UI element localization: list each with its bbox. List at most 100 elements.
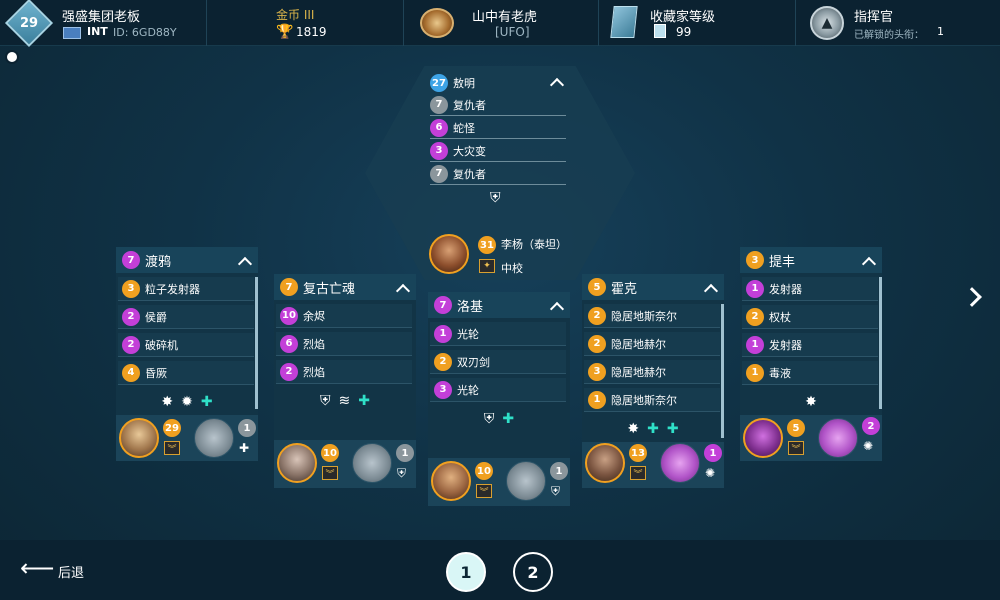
level-badge: 3 xyxy=(122,279,140,298)
divider xyxy=(795,0,796,46)
commander-avatar[interactable] xyxy=(429,234,469,274)
card-title: 提丰 xyxy=(769,254,796,270)
ship-level-badge: 2 xyxy=(862,417,880,435)
item-name: 毒液 xyxy=(769,366,791,380)
pilot-avatar[interactable] xyxy=(585,443,625,483)
rank-icon: ︾ xyxy=(476,484,492,498)
ship-icon[interactable] xyxy=(818,418,858,458)
list-item[interactable]: 4 昏厥 xyxy=(118,361,254,385)
list-item[interactable]: 10 余烬 xyxy=(276,304,412,328)
collector-cards-icon xyxy=(610,6,638,38)
item-name: 昏厥 xyxy=(145,366,167,380)
unit-name: 复仇者 xyxy=(453,98,486,112)
ship-shield-icon: ⛨ xyxy=(551,484,561,498)
level-badge: 3 xyxy=(746,251,764,269)
card-title: 复古亡魂 xyxy=(303,281,356,297)
item-name: 烈焰 xyxy=(303,365,325,379)
list-item[interactable]: 6 烈焰 xyxy=(276,332,412,356)
ship-level-badge: 1 xyxy=(704,444,722,462)
rank-icon: ✦ xyxy=(479,259,495,273)
ship-level-badge: 1 xyxy=(550,462,568,480)
rank-icon: ︾ xyxy=(788,441,804,455)
level-badge: 10 xyxy=(280,306,298,325)
unit-card-typhon[interactable]: 3 提丰 1 发射器 2 权杖 1 发射器 1 毒液 ✸ 5 ︾ 2 ✺ xyxy=(740,247,882,461)
commander-sub: 已解锁的头衔： xyxy=(854,30,924,41)
burst-icon: ✸ xyxy=(627,421,640,437)
scrollbar[interactable] xyxy=(879,277,882,409)
level-badge: 2 xyxy=(588,306,606,325)
item-name: 隐居地斯奈尔 xyxy=(611,393,677,407)
list-item[interactable]: 1 发射器 xyxy=(742,277,878,301)
back-button[interactable]: 后退 xyxy=(58,562,84,581)
team-name[interactable]: 山中有老虎 xyxy=(472,6,537,25)
list-item[interactable]: 2 破碎机 xyxy=(118,333,254,357)
item-name: 破碎机 xyxy=(145,338,178,352)
leader-row[interactable]: 3 大灾变 xyxy=(430,140,566,162)
list-item[interactable]: 2 侯爵 xyxy=(118,305,254,329)
list-item[interactable]: 2 权杖 xyxy=(742,305,878,329)
pilot-avatar[interactable] xyxy=(119,418,159,458)
page-2-button[interactable]: 2 xyxy=(513,552,553,592)
unit-name: 复仇者 xyxy=(453,167,486,181)
unit-name: 大灾变 xyxy=(453,144,486,158)
pilot-avatar[interactable] xyxy=(743,418,783,458)
leader-level-badge: 27 xyxy=(430,74,448,92)
level-badge: 2 xyxy=(588,334,606,353)
unit-card-hawk[interactable]: 5 霍克 2 隐居地斯奈尔 2 隐居地赫尔 3 隐居地赫尔 1 隐居地斯奈尔 ✸ ✚ ✚… xyxy=(582,274,724,488)
pilot-avatar[interactable] xyxy=(431,461,471,501)
ship-level-badge: 1 xyxy=(396,444,414,462)
list-item[interactable]: 1 光轮 xyxy=(430,322,566,346)
card-header[interactable]: 3 提丰 xyxy=(740,247,882,273)
page-1-button[interactable]: 1 xyxy=(446,552,486,592)
list-item[interactable]: 2 双刃剑 xyxy=(430,350,566,374)
commander-level-badge: 31 xyxy=(478,236,496,254)
commander-rank: 中校 xyxy=(501,262,523,275)
leader-name: 敖明 xyxy=(453,77,475,90)
list-item[interactable]: 3 光轮 xyxy=(430,378,566,402)
pilot-avatar[interactable] xyxy=(277,443,317,483)
card-header[interactable]: 7 复古亡魂 xyxy=(274,274,416,300)
item-name: 粒子发射器 xyxy=(145,282,200,296)
rank-icon: ︾ xyxy=(322,466,338,480)
ship-icon[interactable] xyxy=(352,443,392,483)
list-item[interactable]: 3 隐居地赫尔 xyxy=(584,360,720,384)
leader-row[interactable]: 7 复仇者 xyxy=(430,94,566,116)
leader-row[interactable]: 6 蛇怪 xyxy=(430,117,566,139)
list-item[interactable]: 1 隐居地斯奈尔 xyxy=(584,388,720,412)
list-item[interactable]: 1 毒液 xyxy=(742,361,878,385)
unit-card-raven[interactable]: 7 渡鸦 3 粒子发射器 2 侯爵 2 破碎机 4 昏厥 ✸ ✹ ✚ 29 ︾ 1 ✚ xyxy=(116,247,258,461)
ability-icons: ⛨ ✚ xyxy=(428,408,570,430)
pilot-level-badge: 13 xyxy=(629,444,647,462)
ship-icon[interactable] xyxy=(660,443,700,483)
leader-header[interactable]: 27 敖明 xyxy=(430,72,566,94)
list-item[interactable]: 2 烈焰 xyxy=(276,360,412,384)
item-name: 双刃剑 xyxy=(457,355,490,369)
commander-title: 指挥官 xyxy=(854,10,894,25)
bottom-bar xyxy=(0,540,1000,600)
ship-icon[interactable] xyxy=(194,418,234,458)
team-emblem-icon[interactable] xyxy=(420,8,454,38)
card-header[interactable]: 7 渡鸦 xyxy=(116,247,258,273)
ability-icons: ⛨ ≋ ✚ xyxy=(274,390,416,412)
unit-card-retro-wraith[interactable]: 7 复古亡魂 10 余烬 6 烈焰 2 烈焰 ⛨ ≋ ✚ 10 ︾ 1 ⛨ xyxy=(274,274,416,488)
item-name: 侯爵 xyxy=(145,310,167,324)
collector-title: 收藏家等级 xyxy=(650,10,716,25)
stack-icon: ≋ xyxy=(338,393,351,409)
unit-card-loki[interactable]: 7 洛基 1 光轮 2 双刃剑 3 光轮 ⛨ ✚ 10 ︾ 1 ⛨ xyxy=(428,292,570,506)
back-arrow-icon[interactable]: ⟵ xyxy=(20,556,54,580)
notification-dot[interactable] xyxy=(5,50,19,64)
card-header[interactable]: 7 洛基 xyxy=(428,292,570,318)
commander-emblem-icon[interactable]: ▲ xyxy=(810,6,844,40)
level-badge: 7 xyxy=(430,95,448,114)
list-item[interactable]: 3 粒子发射器 xyxy=(118,277,254,301)
ship-icon[interactable] xyxy=(506,461,546,501)
list-item[interactable]: 2 隐居地斯奈尔 xyxy=(584,304,720,328)
card-header[interactable]: 5 霍克 xyxy=(582,274,724,300)
list-item[interactable]: 2 隐居地赫尔 xyxy=(584,332,720,356)
ability-icons: ✸ xyxy=(740,391,882,413)
player-name[interactable]: 强盛集团老板 xyxy=(62,6,140,25)
list-item[interactable]: 1 发射器 xyxy=(742,333,878,357)
shield-plus-icon: ⛨ xyxy=(320,393,331,409)
leader-row[interactable]: 7 复仇者 xyxy=(430,163,566,185)
scrollbar[interactable] xyxy=(255,277,258,409)
